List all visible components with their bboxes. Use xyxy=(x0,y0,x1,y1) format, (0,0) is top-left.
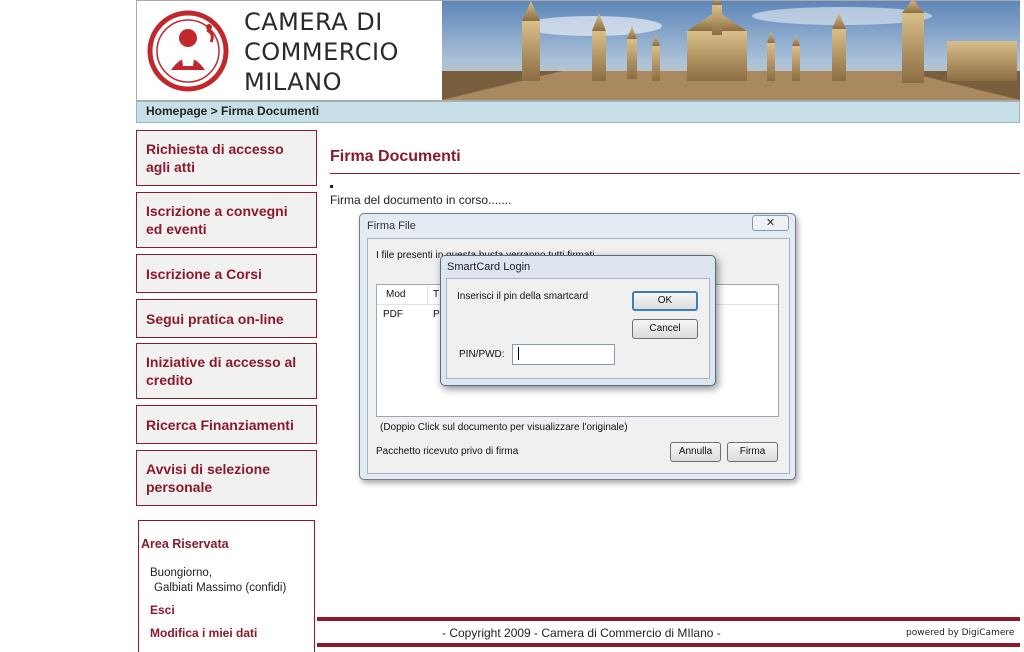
logo-text-line-3: MILANO xyxy=(244,68,342,96)
sidebar-item-iniziative-credito[interactable]: Iniziative di accesso al credito xyxy=(136,343,317,399)
page-title: Firma Documenti xyxy=(330,148,461,165)
user-greeting: Buongiorno, Galbiati Massimo (confidi) xyxy=(150,566,286,596)
firma-file-dialog-title: Firma File xyxy=(367,220,416,232)
package-status-text: Pacchetto ricevuto privo di firma xyxy=(376,446,519,457)
bullet-marker xyxy=(330,185,333,188)
sidebar-item-ricerca-finanziamenti[interactable]: Ricerca Finanziamenti xyxy=(136,405,317,444)
file-row-type[interactable]: P xyxy=(433,309,440,320)
edit-profile-link[interactable]: Modifica i miei dati xyxy=(150,626,257,640)
ok-button[interactable]: OK xyxy=(632,291,698,311)
title-divider xyxy=(330,173,1020,174)
header-banner-image xyxy=(442,1,1020,100)
logo-text-line-1: CAMERA DI xyxy=(244,8,383,36)
logo-seal-icon xyxy=(147,10,229,92)
sidebar-item-iscrizione-convegni[interactable]: Iscrizione a convegni ed eventi xyxy=(136,192,317,248)
sidebar-item-avvisi-selezione[interactable]: Avvisi di selezione personale xyxy=(136,450,317,506)
column-header-mod[interactable]: Mod xyxy=(386,289,405,300)
sidebar-item-richiesta-accesso-atti[interactable]: Richiesta di accesso agli atti xyxy=(136,130,317,186)
text-cursor xyxy=(518,347,519,360)
pin-label: PIN/PWD: xyxy=(459,349,505,360)
breadcrumb[interactable]: Homepage > Firma Documenti xyxy=(146,104,319,118)
signing-status-text: Firma del documento in corso....... xyxy=(330,193,512,207)
logout-link[interactable]: Esci xyxy=(150,603,175,617)
annulla-button[interactable]: Annulla xyxy=(670,442,721,462)
double-click-hint: (Doppio Click sul documento per visualiz… xyxy=(380,422,628,433)
close-icon[interactable]: ✕ xyxy=(752,215,789,231)
sidebar-item-segui-pratica[interactable]: Segui pratica on-line xyxy=(136,299,317,338)
reserved-area-title: Area Riservata xyxy=(141,537,229,551)
powered-by-text[interactable]: powered by DigiCamere xyxy=(906,628,1014,638)
smartcard-login-title: SmartCard Login xyxy=(447,261,531,273)
smartcard-pin-prompt: Inserisci il pin della smartcard xyxy=(457,291,589,302)
firma-button[interactable]: Firma xyxy=(727,442,778,462)
file-row-mod[interactable]: PDF xyxy=(383,309,403,320)
sidebar-item-iscrizione-corsi[interactable]: Iscrizione a Corsi xyxy=(136,254,317,293)
logo-text-line-2: COMMERCIO xyxy=(244,38,399,66)
cancel-button[interactable]: Cancel xyxy=(632,319,698,339)
column-header-type[interactable]: T xyxy=(433,289,439,300)
greeting-line: Buongiorno, xyxy=(150,567,213,579)
column-separator xyxy=(427,286,428,304)
footer-divider-bottom xyxy=(317,643,1020,647)
pin-input[interactable] xyxy=(512,344,615,365)
copyright-text: - Copyright 2009 - Camera di Commercio d… xyxy=(442,626,721,640)
footer-divider-top xyxy=(317,617,1020,621)
user-name: Galbiati Massimo (confidi) xyxy=(154,582,287,594)
